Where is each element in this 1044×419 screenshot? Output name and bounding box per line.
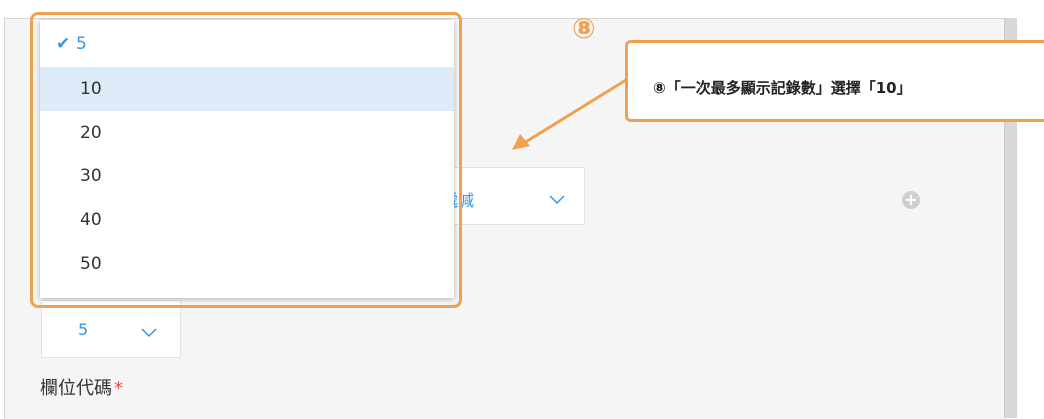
annotation-arrow: [512, 78, 627, 150]
